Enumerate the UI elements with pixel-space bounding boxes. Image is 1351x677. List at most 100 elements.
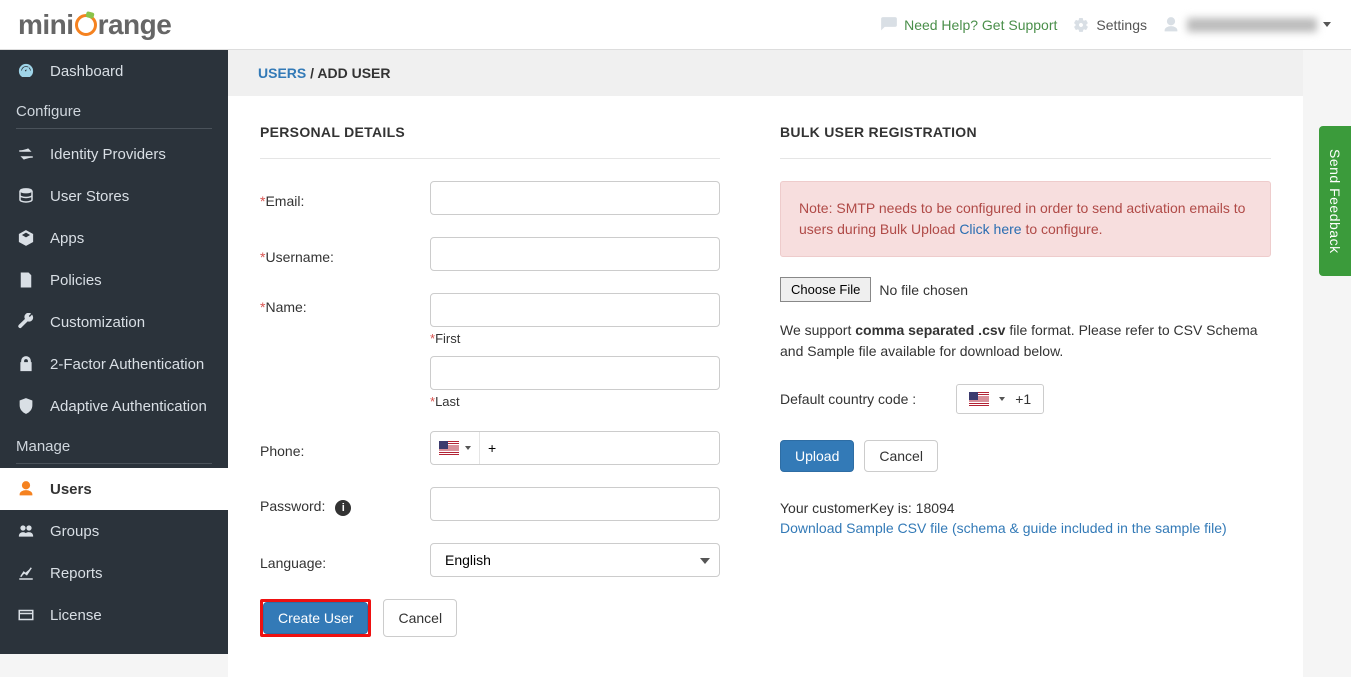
divider (16, 128, 212, 129)
sidebar-item-adaptive-auth[interactable]: Adaptive Authentication (0, 385, 228, 427)
sidebar-item-license[interactable]: License (0, 594, 228, 636)
sidebar-item-label: Dashboard (50, 63, 123, 80)
sidebar-item-label: Adaptive Authentication (50, 398, 207, 415)
logo-o-icon (74, 9, 98, 41)
upload-button[interactable]: Upload (780, 440, 854, 472)
breadcrumb-current: ADD USER (317, 65, 390, 81)
language-select[interactable]: English (430, 543, 720, 577)
create-user-button[interactable]: Create User (263, 602, 368, 634)
smtp-warning-alert: Note: SMTP needs to be configured in ord… (780, 181, 1271, 257)
form-row-username: *Username: (260, 237, 720, 271)
phone-country-selector[interactable] (431, 432, 480, 464)
user-silhouette-icon (1161, 15, 1181, 35)
info-icon[interactable]: i (335, 500, 351, 516)
create-user-highlight: Create User (260, 599, 371, 637)
name-label: *Name: (260, 293, 430, 315)
form-row-email: *Email: (260, 181, 720, 215)
configure-smtp-link[interactable]: Click here (959, 221, 1021, 237)
sidebar-item-label: Identity Providers (50, 146, 166, 163)
sidebar-item-label: User Stores (50, 188, 129, 205)
shield-icon (16, 396, 36, 416)
password-label: Password: i (260, 492, 430, 516)
sidebar-item-users[interactable]: Users (0, 468, 228, 510)
customer-key-value: 18094 (916, 500, 955, 516)
first-name-field[interactable] (430, 293, 720, 327)
flag-us-icon (439, 441, 459, 455)
sidebar-item-label: Users (50, 481, 92, 498)
send-feedback-tab[interactable]: Send Feedback (1319, 126, 1351, 276)
username-label: *Username: (260, 243, 430, 265)
sidebar: Dashboard Configure Identity Providers U… (0, 50, 228, 654)
password-field[interactable] (430, 487, 720, 521)
help-support-link[interactable]: Need Help? Get Support (879, 15, 1057, 35)
divider (260, 158, 720, 159)
sidebar-item-user-stores[interactable]: User Stores (0, 175, 228, 217)
chevron-down-icon (465, 446, 471, 450)
chevron-down-icon (1323, 22, 1331, 27)
phone-label: Phone: (260, 437, 430, 459)
country-code-row: Default country code : +1 (780, 384, 1271, 414)
wrench-icon (16, 312, 36, 332)
divider (16, 463, 212, 464)
sidebar-item-apps[interactable]: Apps (0, 217, 228, 259)
card-icon (16, 605, 36, 625)
user-menu[interactable] (1161, 15, 1331, 35)
form-row-password: Password: i (260, 487, 720, 521)
sidebar-heading-manage: Manage (0, 427, 228, 463)
user-name-redacted (1187, 18, 1317, 32)
form-actions: Create User Cancel (260, 599, 720, 637)
sidebar-item-label: Groups (50, 523, 99, 540)
sidebar-item-groups[interactable]: Groups (0, 510, 228, 552)
breadcrumb: USERS / ADD USER (228, 50, 1303, 96)
breadcrumb-users-link[interactable]: USERS (258, 65, 306, 81)
cc-label: Default country code : (780, 391, 916, 407)
cc-value: +1 (1015, 391, 1031, 407)
section-title: PERSONAL DETAILS (260, 124, 720, 140)
sidebar-item-label: 2-Factor Authentication (50, 356, 204, 373)
flag-us-icon (969, 392, 989, 406)
last-name-field[interactable] (430, 356, 720, 390)
header-right: Need Help? Get Support Settings (879, 15, 1341, 35)
username-field[interactable] (430, 237, 720, 271)
sidebar-item-label: License (50, 607, 102, 624)
sidebar-item-dashboard[interactable]: Dashboard (0, 50, 228, 92)
brand-logo[interactable]: minirange (18, 9, 171, 41)
sidebar-item-reports[interactable]: Reports (0, 552, 228, 594)
email-field[interactable] (430, 181, 720, 215)
sidebar-item-label: Reports (50, 565, 103, 582)
divider (780, 158, 1271, 159)
database-icon (16, 186, 36, 206)
sidebar-item-label: Policies (50, 272, 102, 289)
cancel-button[interactable]: Cancel (383, 599, 457, 637)
first-sub-label: *First (430, 331, 720, 346)
sidebar-item-2fa[interactable]: 2-Factor Authentication (0, 343, 228, 385)
settings-label: Settings (1096, 17, 1147, 33)
sidebar-item-customization[interactable]: Customization (0, 301, 228, 343)
form-row-language: Language: English (260, 543, 720, 577)
chat-icon (879, 15, 899, 35)
main-area: USERS / ADD USER PERSONAL DETAILS *Email… (228, 50, 1303, 654)
customer-key-text: Your customerKey is: 18094 (780, 500, 1271, 516)
sidebar-heading-configure: Configure (0, 92, 228, 128)
sidebar-item-policies[interactable]: Policies (0, 259, 228, 301)
language-label: Language: (260, 549, 430, 571)
bulk-cancel-button[interactable]: Cancel (864, 440, 938, 472)
section-title: BULK USER REGISTRATION (780, 124, 1271, 140)
sidebar-item-label: Apps (50, 230, 84, 247)
lock-icon (16, 354, 36, 374)
help-label: Need Help? Get Support (904, 17, 1057, 33)
gear-icon (1071, 15, 1091, 35)
settings-link[interactable]: Settings (1071, 15, 1147, 35)
logo-text-1: mini (18, 9, 74, 41)
country-code-selector[interactable]: +1 (956, 384, 1044, 414)
choose-file-button[interactable]: Choose File (780, 277, 871, 302)
app-header: minirange Need Help? Get Support Setting… (0, 0, 1351, 50)
sidebar-item-identity-providers[interactable]: Identity Providers (0, 133, 228, 175)
download-sample-csv-link[interactable]: Download Sample CSV file (schema & guide… (780, 520, 1227, 536)
phone-field[interactable] (480, 432, 719, 464)
email-label: *Email: (260, 187, 430, 209)
bulk-registration-section: BULK USER REGISTRATION Note: SMTP needs … (780, 124, 1271, 637)
document-icon (16, 270, 36, 290)
file-status: No file chosen (879, 282, 968, 298)
users-icon (16, 521, 36, 541)
